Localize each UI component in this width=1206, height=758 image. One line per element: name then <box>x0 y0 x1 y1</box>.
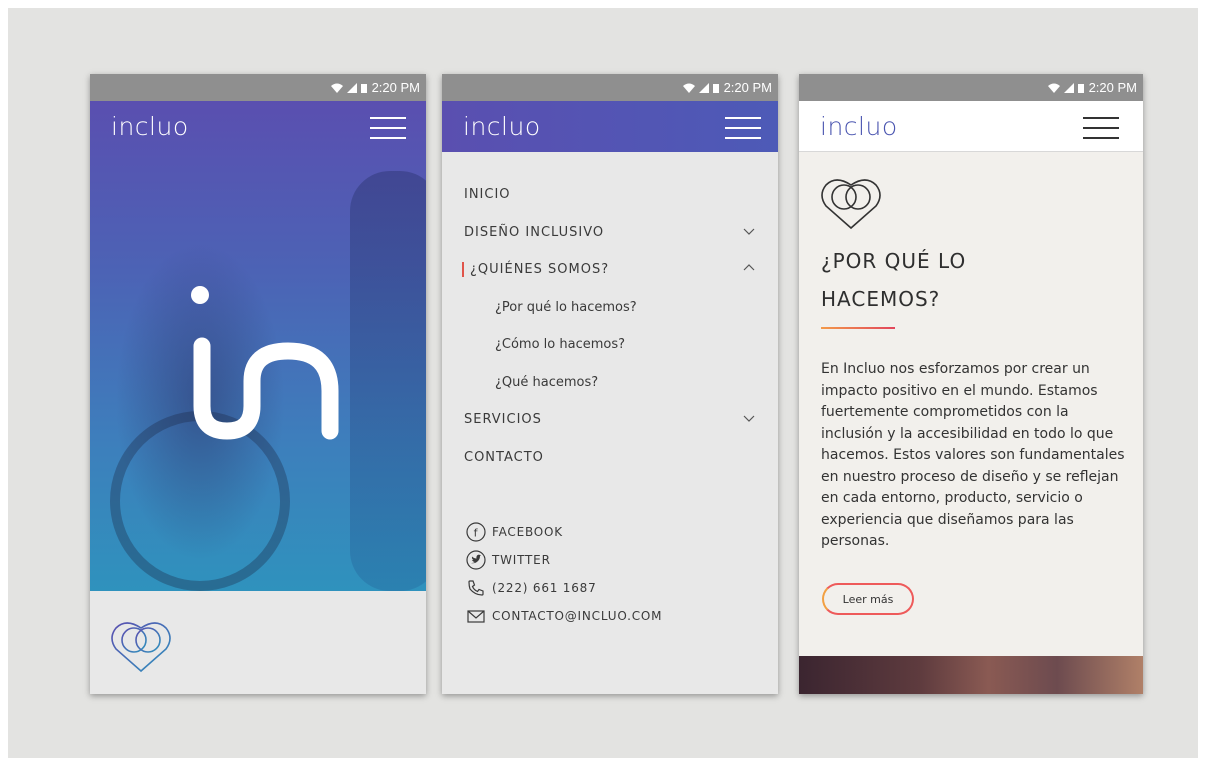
menu-button[interactable] <box>725 117 761 139</box>
menu-item-diseno-inclusivo[interactable]: DISEÑO INCLUSIVO <box>464 214 756 252</box>
twitter-label: TWITTER <box>492 553 551 567</box>
menu-item-servicios[interactable]: SERVICIOS <box>464 401 756 439</box>
heart-rings-icon <box>111 622 171 673</box>
menu-button[interactable] <box>1083 117 1119 139</box>
hero-image: in <box>90 101 426 591</box>
status-bar: 2:20 PM <box>442 74 778 101</box>
chevron-up-icon[interactable] <box>742 261 756 275</box>
menu-item-inicio[interactable]: INICIO <box>464 176 756 214</box>
svg-text:f: f <box>474 527 479 540</box>
read-more-button[interactable]: Leer más <box>822 583 914 615</box>
title-line-2: HACEMOS? <box>821 287 941 311</box>
twitter-link[interactable]: TWITTER <box>466 546 756 574</box>
facebook-icon: f <box>466 522 486 542</box>
chevron-down-icon[interactable] <box>742 411 756 425</box>
email-link[interactable]: CONTACTO@INCLUO.COM <box>466 602 756 630</box>
status-time: 2:20 PM <box>1088 80 1137 95</box>
status-bar: 2:20 PM <box>90 74 426 101</box>
facebook-label: FACEBOOK <box>492 525 563 539</box>
submenu-item-por-que[interactable]: ¿Por qué lo hacemos? <box>464 289 756 327</box>
wifi-icon <box>330 83 343 93</box>
title-underline <box>821 327 895 329</box>
page-title: ¿POR QUÉ LO HACEMOS? <box>821 242 966 318</box>
wifi-icon <box>682 83 695 93</box>
incluo-logo[interactable]: incluo <box>463 112 541 141</box>
signal-icon <box>346 82 357 93</box>
navigation-menu: INICIO DISEÑO INCLUSIVO ¿QUIÉNES SOMOS? … <box>462 176 756 477</box>
active-indicator <box>462 262 464 278</box>
menu-item-quienes-somos[interactable]: ¿QUIÉNES SOMOS? <box>462 251 756 289</box>
twitter-icon <box>466 550 486 570</box>
submenu-item-label: ¿Qué hacemos? <box>495 374 599 390</box>
incluo-logo[interactable]: incluo <box>111 112 189 141</box>
menu-item-label: DISEÑO INCLUSIVO <box>464 224 605 240</box>
menu-item-label: CONTACTO <box>464 449 544 465</box>
menu-item-label: INICIO <box>464 187 511 203</box>
submenu-item-como[interactable]: ¿Cómo lo hacemos? <box>464 326 756 364</box>
phone-about-screen: 2:20 PM incluo ¿POR QUÉ LO HACEMOS? En I… <box>799 74 1143 694</box>
facebook-link[interactable]: f FACEBOOK <box>466 518 756 546</box>
menu-item-label: SERVICIOS <box>464 412 542 428</box>
submenu-item-label: ¿Cómo lo hacemos? <box>495 337 626 353</box>
phone-menu-screen: 2:20 PM incluo INICIO DISEÑO INCLUSIVO ¿… <box>442 74 778 694</box>
phone-icon <box>468 580 484 596</box>
chevron-down-icon[interactable] <box>742 224 756 238</box>
phone-home-screen: in 2:20 PM incluo <box>90 74 426 694</box>
mail-icon <box>467 610 485 623</box>
submenu-item-que[interactable]: ¿Qué hacemos? <box>464 364 756 402</box>
battery-icon <box>712 83 719 93</box>
status-time: 2:20 PM <box>371 80 420 95</box>
bottom-photo <box>799 656 1143 694</box>
menu-item-label: ¿QUIÉNES SOMOS? <box>470 262 610 278</box>
menu-button[interactable] <box>370 117 406 139</box>
email-address: CONTACTO@INCLUO.COM <box>492 609 663 623</box>
footer-area <box>90 591 426 694</box>
in-monogram-icon <box>191 286 339 440</box>
heart-rings-icon <box>821 179 881 230</box>
battery-icon <box>1077 83 1084 93</box>
signal-icon <box>698 82 709 93</box>
incluo-logo[interactable]: incluo <box>820 112 898 141</box>
menu-item-contacto[interactable]: CONTACTO <box>464 439 756 477</box>
contact-links: f FACEBOOK TWITTER (222) 661 1687 CONTAC… <box>466 518 756 630</box>
wifi-icon <box>1047 83 1060 93</box>
battery-icon <box>360 83 367 93</box>
submenu-item-label: ¿Por qué lo hacemos? <box>495 299 637 315</box>
phone-number: (222) 661 1687 <box>492 581 597 595</box>
status-bar: 2:20 PM <box>799 74 1143 101</box>
about-paragraph: En Incluo nos esforzamos por crear un im… <box>821 361 1125 549</box>
signal-icon <box>1063 82 1074 93</box>
phone-link[interactable]: (222) 661 1687 <box>466 574 756 602</box>
status-time: 2:20 PM <box>723 80 772 95</box>
title-line-1: ¿POR QUÉ LO <box>821 249 967 273</box>
